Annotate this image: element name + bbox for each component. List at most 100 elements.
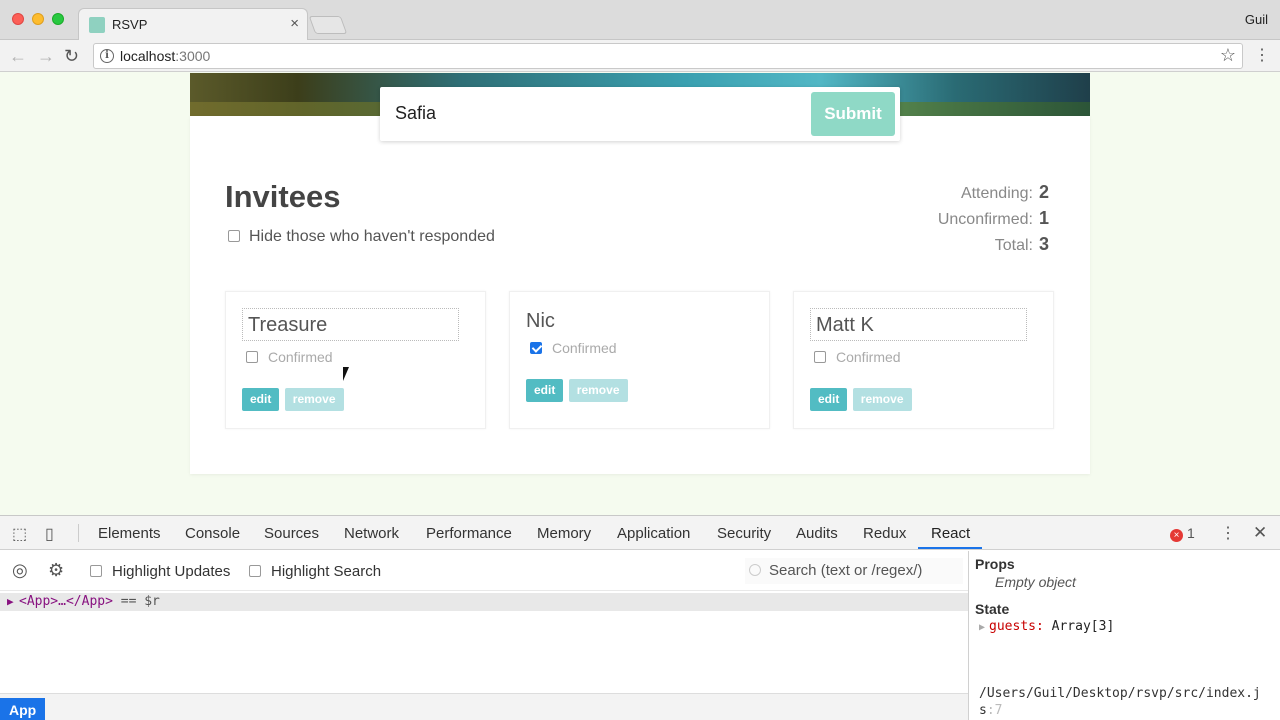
submit-button[interactable]: Submit — [811, 92, 895, 136]
state-value: Array[3] — [1043, 619, 1115, 634]
confirmed-checkbox[interactable] — [530, 342, 542, 354]
stat-label: Attending: — [960, 185, 1033, 202]
highlight-search-toggle[interactable]: Highlight Search — [249, 563, 381, 580]
browser-toolbar: ← → ↻ i localhost:3000 ☆ ⋮ — [0, 40, 1280, 72]
confirmed-label: Confirmed — [836, 349, 901, 365]
error-counter[interactable]: × 1 — [1170, 525, 1195, 542]
confirm-toggle[interactable]: Confirmed — [530, 340, 617, 356]
devtools-close-icon[interactable]: ✕ — [1253, 523, 1267, 543]
guest-actions: edit remove — [526, 379, 629, 402]
confirmed-checkbox[interactable] — [246, 351, 258, 363]
highlight-search-checkbox[interactable] — [249, 565, 261, 577]
guest-name-input[interactable]: Safia — [395, 103, 436, 124]
tab-title: RSVP — [112, 17, 148, 32]
stat-label: Unconfirmed: — [937, 211, 1033, 228]
guest-actions: edit remove — [242, 388, 345, 411]
highlight-updates-toggle[interactable]: Highlight Updates — [90, 563, 230, 580]
mouse-cursor-icon — [343, 367, 355, 381]
favicon-icon — [89, 17, 105, 33]
toolbar-divider — [78, 524, 79, 542]
maximize-window-button[interactable] — [52, 13, 64, 25]
highlight-updates-checkbox[interactable] — [90, 565, 102, 577]
edit-button[interactable]: edit — [526, 379, 564, 402]
remove-button[interactable]: remove — [568, 379, 628, 402]
hide-unresponded-checkbox[interactable] — [228, 230, 240, 242]
state-guests-entry[interactable]: ▶ guests: Array[3] — [979, 619, 1114, 634]
remove-button[interactable]: remove — [852, 388, 912, 411]
guest-name: Nic — [526, 310, 555, 332]
info-icon[interactable]: i — [100, 49, 114, 63]
devtools-panel: ⬚ ▯ Elements Console Sources Network Per… — [0, 515, 1280, 720]
close-window-button[interactable] — [12, 13, 24, 25]
react-toolbar: ◎ ⚙ Highlight Updates Highlight Search S… — [0, 551, 968, 591]
back-icon[interactable]: ← — [9, 45, 27, 67]
devtools-menu-icon[interactable]: ⋮ — [1220, 523, 1236, 543]
component-search-input[interactable]: Search (text or /regex/) — [745, 558, 963, 584]
remove-button[interactable]: remove — [284, 388, 344, 411]
settings-gear-icon[interactable]: ⚙ — [48, 560, 64, 581]
breadcrumb-app[interactable]: App — [0, 698, 46, 720]
minimize-window-button[interactable] — [32, 13, 44, 25]
tab-console[interactable]: Console — [185, 525, 240, 542]
confirmed-label: Confirmed — [552, 340, 617, 356]
edit-button[interactable]: edit — [810, 388, 848, 411]
stat-value: 3 — [1039, 234, 1050, 254]
bookmark-star-icon[interactable]: ☆ — [1220, 45, 1236, 66]
guest-card: Treasure Confirmed edit remove — [225, 291, 486, 429]
tab-application[interactable]: Application — [617, 525, 690, 542]
stat-unconfirmed: Unconfirmed: 1 — [900, 207, 1053, 233]
component-node[interactable]: <App>…</App> == $r — [19, 593, 160, 611]
select-element-icon[interactable]: ◎ — [12, 560, 28, 581]
component-tree-row[interactable]: ▶ <App>…</App> == $r — [0, 593, 968, 611]
tab-security[interactable]: Security — [717, 525, 771, 542]
profile-name[interactable]: Guil — [1245, 12, 1268, 27]
url-host: localhost — [120, 48, 176, 64]
state-heading: State — [975, 601, 1010, 617]
confirm-toggle[interactable]: Confirmed — [246, 349, 333, 365]
counter-table: Attending: 2 Unconfirmed: 1 Total: 3 — [900, 181, 1053, 259]
stat-label: Total: — [994, 237, 1033, 254]
devtools-tabbar: ⬚ ▯ Elements Console Sources Network Per… — [0, 516, 1280, 550]
guest-card: Matt K Confirmed edit remove — [793, 291, 1054, 429]
browser-menu-icon[interactable]: ⋮ — [1254, 45, 1270, 65]
props-state-panel: Props Empty object State ▶ guests: Array[… — [968, 551, 1280, 720]
guest-name-edit-input[interactable]: Matt K — [810, 308, 1027, 341]
tab-network[interactable]: Network — [344, 525, 399, 542]
confirm-toggle[interactable]: Confirmed — [814, 349, 901, 365]
error-icon: × — [1170, 529, 1183, 542]
component-node-ref: == $r — [112, 594, 160, 609]
browser-tabstrip: RSVP × Guil — [0, 0, 1280, 40]
browser-tab-rsvp[interactable]: RSVP × — [78, 8, 308, 40]
tab-elements[interactable]: Elements — [98, 525, 161, 542]
url-port: :3000 — [175, 48, 211, 64]
guest-name-edit-input[interactable]: Treasure — [242, 308, 459, 341]
tab-close-icon[interactable]: × — [290, 15, 299, 32]
confirmed-checkbox[interactable] — [814, 351, 826, 363]
tab-memory[interactable]: Memory — [537, 525, 591, 542]
search-icon — [749, 564, 761, 576]
device-toolbar-icon[interactable]: ▯ — [45, 524, 54, 544]
tab-performance[interactable]: Performance — [426, 525, 512, 542]
forward-icon[interactable]: → — [37, 45, 55, 67]
props-heading: Props — [975, 556, 1015, 572]
expand-arrow-icon[interactable]: ▶ — [979, 622, 985, 633]
state-key: guests: — [989, 619, 1044, 634]
highlight-updates-label: Highlight Updates — [112, 563, 231, 580]
source-location-link[interactable]: /Users/Guil/Desktop/rsvp/src/index.js:7 — [979, 685, 1275, 719]
url-text[interactable]: localhost:3000 — [120, 48, 210, 64]
edit-button[interactable]: edit — [242, 388, 280, 411]
tab-audits[interactable]: Audits — [796, 525, 838, 542]
inspect-element-icon[interactable]: ⬚ — [12, 524, 27, 544]
new-tab-button[interactable] — [308, 16, 348, 34]
tab-redux[interactable]: Redux — [863, 525, 906, 542]
search-placeholder: Search (text or /regex/) — [769, 562, 923, 579]
tab-react[interactable]: React — [931, 525, 970, 542]
component-breadcrumb-bar: App — [0, 693, 968, 720]
tab-sources[interactable]: Sources — [264, 525, 319, 542]
highlight-search-label: Highlight Search — [271, 563, 382, 580]
expand-arrow-icon[interactable]: ▶ — [7, 593, 14, 611]
stat-attending: Attending: 2 — [900, 181, 1053, 207]
reload-icon[interactable]: ↻ — [64, 45, 79, 67]
address-bar[interactable]: i localhost:3000 ☆ — [93, 43, 1243, 69]
hide-unresponded-toggle[interactable]: Hide those who haven't responded — [228, 228, 495, 246]
